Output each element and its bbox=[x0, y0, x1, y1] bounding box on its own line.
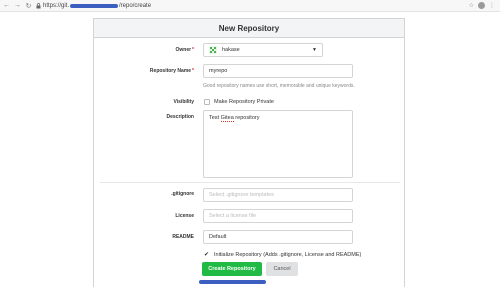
owner-value: hakase bbox=[222, 47, 240, 53]
owner-label: Owner* bbox=[175, 47, 194, 53]
repo-name-input[interactable]: myrepo bbox=[203, 64, 353, 78]
redaction-bar bbox=[199, 280, 266, 284]
license-dropdown[interactable]: Select a license file bbox=[203, 209, 353, 223]
redacted-domain bbox=[70, 3, 119, 8]
url-prefix: https://git. bbox=[43, 2, 70, 9]
address-bar[interactable]: https://git. /repo/create bbox=[43, 3, 151, 9]
section-divider bbox=[100, 182, 400, 183]
owner-dropdown[interactable]: hakase ▼ bbox=[203, 43, 323, 57]
url-suffix: /repo/create bbox=[119, 2, 152, 9]
repo-name-label: Repository Name* bbox=[149, 68, 194, 74]
private-checkbox[interactable] bbox=[204, 99, 210, 105]
private-checkbox-label: Make Repository Private bbox=[214, 99, 274, 105]
license-placeholder: Select a license file bbox=[209, 213, 257, 219]
repo-name-value: myrepo bbox=[209, 68, 228, 74]
license-label: License bbox=[175, 213, 194, 219]
gitignore-label: .gitignore bbox=[171, 191, 194, 197]
init-checkbox-label: Initialize Repository (Adds .gitignore, … bbox=[214, 252, 362, 258]
browser-toolbar: ← → ↻ https://git. /repo/create ☆ ⋮ bbox=[0, 0, 500, 12]
create-repository-button[interactable]: Create Repository bbox=[202, 262, 262, 276]
owner-avatar-icon bbox=[209, 46, 217, 54]
visibility-label: Visibility bbox=[173, 99, 194, 105]
repo-name-help: Good repository names use short, memorab… bbox=[203, 83, 355, 89]
description-textarea[interactable]: Test Gitea repository bbox=[203, 110, 353, 178]
description-text: Test bbox=[209, 115, 221, 121]
description-label: Description bbox=[166, 114, 194, 120]
readme-dropdown[interactable]: Default bbox=[203, 230, 353, 244]
readme-label: README bbox=[172, 234, 194, 240]
back-icon[interactable]: ← bbox=[1, 0, 12, 11]
forward-icon[interactable]: → bbox=[12, 0, 23, 11]
init-checkmark-icon[interactable]: ✔ bbox=[204, 251, 209, 258]
cancel-button[interactable]: Cancel bbox=[266, 262, 298, 276]
gitignore-dropdown[interactable]: Select .gitignore templates bbox=[203, 188, 353, 202]
panel-title: New Repository bbox=[94, 19, 404, 38]
new-repository-panel: New Repository Owner* hakase ▼ Repositor… bbox=[93, 18, 405, 287]
readme-value: Default bbox=[209, 234, 227, 240]
gitignore-placeholder: Select .gitignore templates bbox=[209, 192, 274, 198]
lock-icon bbox=[34, 2, 43, 9]
chevron-down-icon: ▼ bbox=[312, 47, 317, 53]
menu-kebab-icon[interactable]: ⋮ bbox=[489, 2, 495, 9]
description-misspelled-word: Gitea bbox=[220, 115, 234, 122]
description-text-end: repository bbox=[233, 115, 260, 121]
bookmark-star-icon[interactable]: ☆ bbox=[469, 2, 474, 9]
reload-icon[interactable]: ↻ bbox=[23, 0, 34, 11]
profile-avatar[interactable] bbox=[478, 2, 485, 9]
